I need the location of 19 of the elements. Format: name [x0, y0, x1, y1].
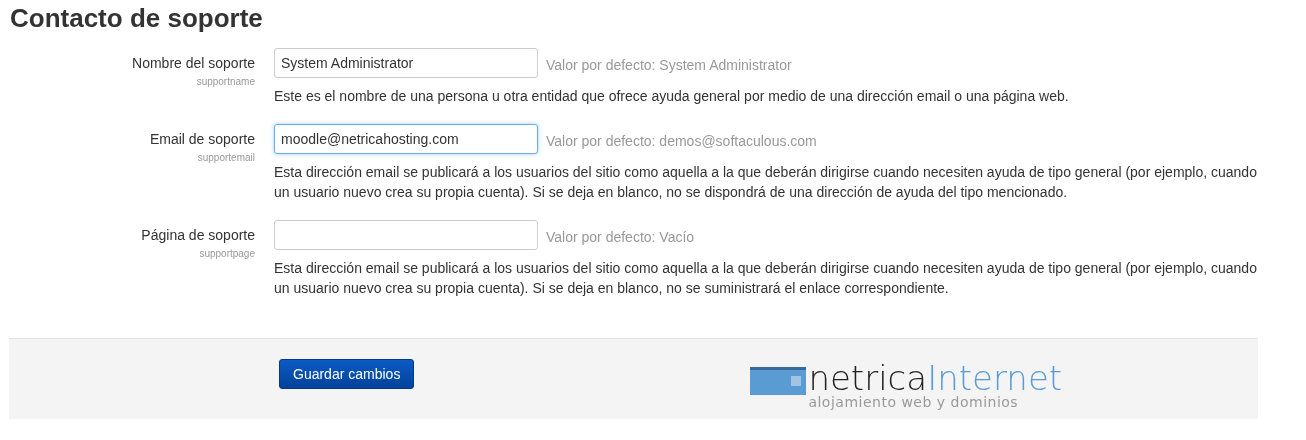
default-value: Valor por defecto: System Administrator	[546, 56, 792, 73]
setting-label: Email de soporte	[149, 130, 255, 148]
setting-key: supportemail	[197, 150, 255, 166]
setting-key: supportname	[196, 74, 255, 90]
setting-description: Esta dirección email se publicará a los usuarios del sitio como aquella a la que deberán dirigirse cuando necesiten ayuda de tipo general (por ejemplo, cuando un usuario nuevo crea su propia cuenta). Si se deja en blanco, no se dispondrá de una dirección de ayuda del tipo mencionado.	[274, 163, 1258, 202]
default-value: Valor por defecto: Vacío	[546, 228, 695, 245]
text-field[interactable]: moodle@netricahosting.com	[274, 124, 538, 154]
page-title: Contacto de soporte	[9, 2, 264, 34]
setting-description: Este es el nombre de una persona u otra entidad que ofrece ayuda general por medio de una dirección email o una página web.	[274, 87, 1070, 106]
setting-label: Página de soporte	[141, 226, 255, 244]
logo-tagline: alojamiento web y dominios	[808, 395, 1020, 409]
logo-icon	[750, 367, 807, 395]
save-button[interactable]: Guardar cambios	[279, 359, 415, 389]
text-field[interactable]	[274, 220, 538, 250]
default-value: Valor por defecto: demos@softaculous.com	[546, 132, 817, 149]
setting-key: supportpage	[199, 246, 255, 262]
setting-label: Nombre del soporte	[132, 54, 255, 72]
setting-description: Esta dirección email se publicará a los usuarios del sitio como aquella a la que deberán dirigirse cuando necesiten ayuda de tipo general (por ejemplo, cuando un usuario nuevo crea su propia cuenta). Si se deja en blanco, no se suministrará el enlace correspondiente.	[274, 259, 1258, 298]
text-field[interactable]: System Administrator	[274, 48, 538, 78]
